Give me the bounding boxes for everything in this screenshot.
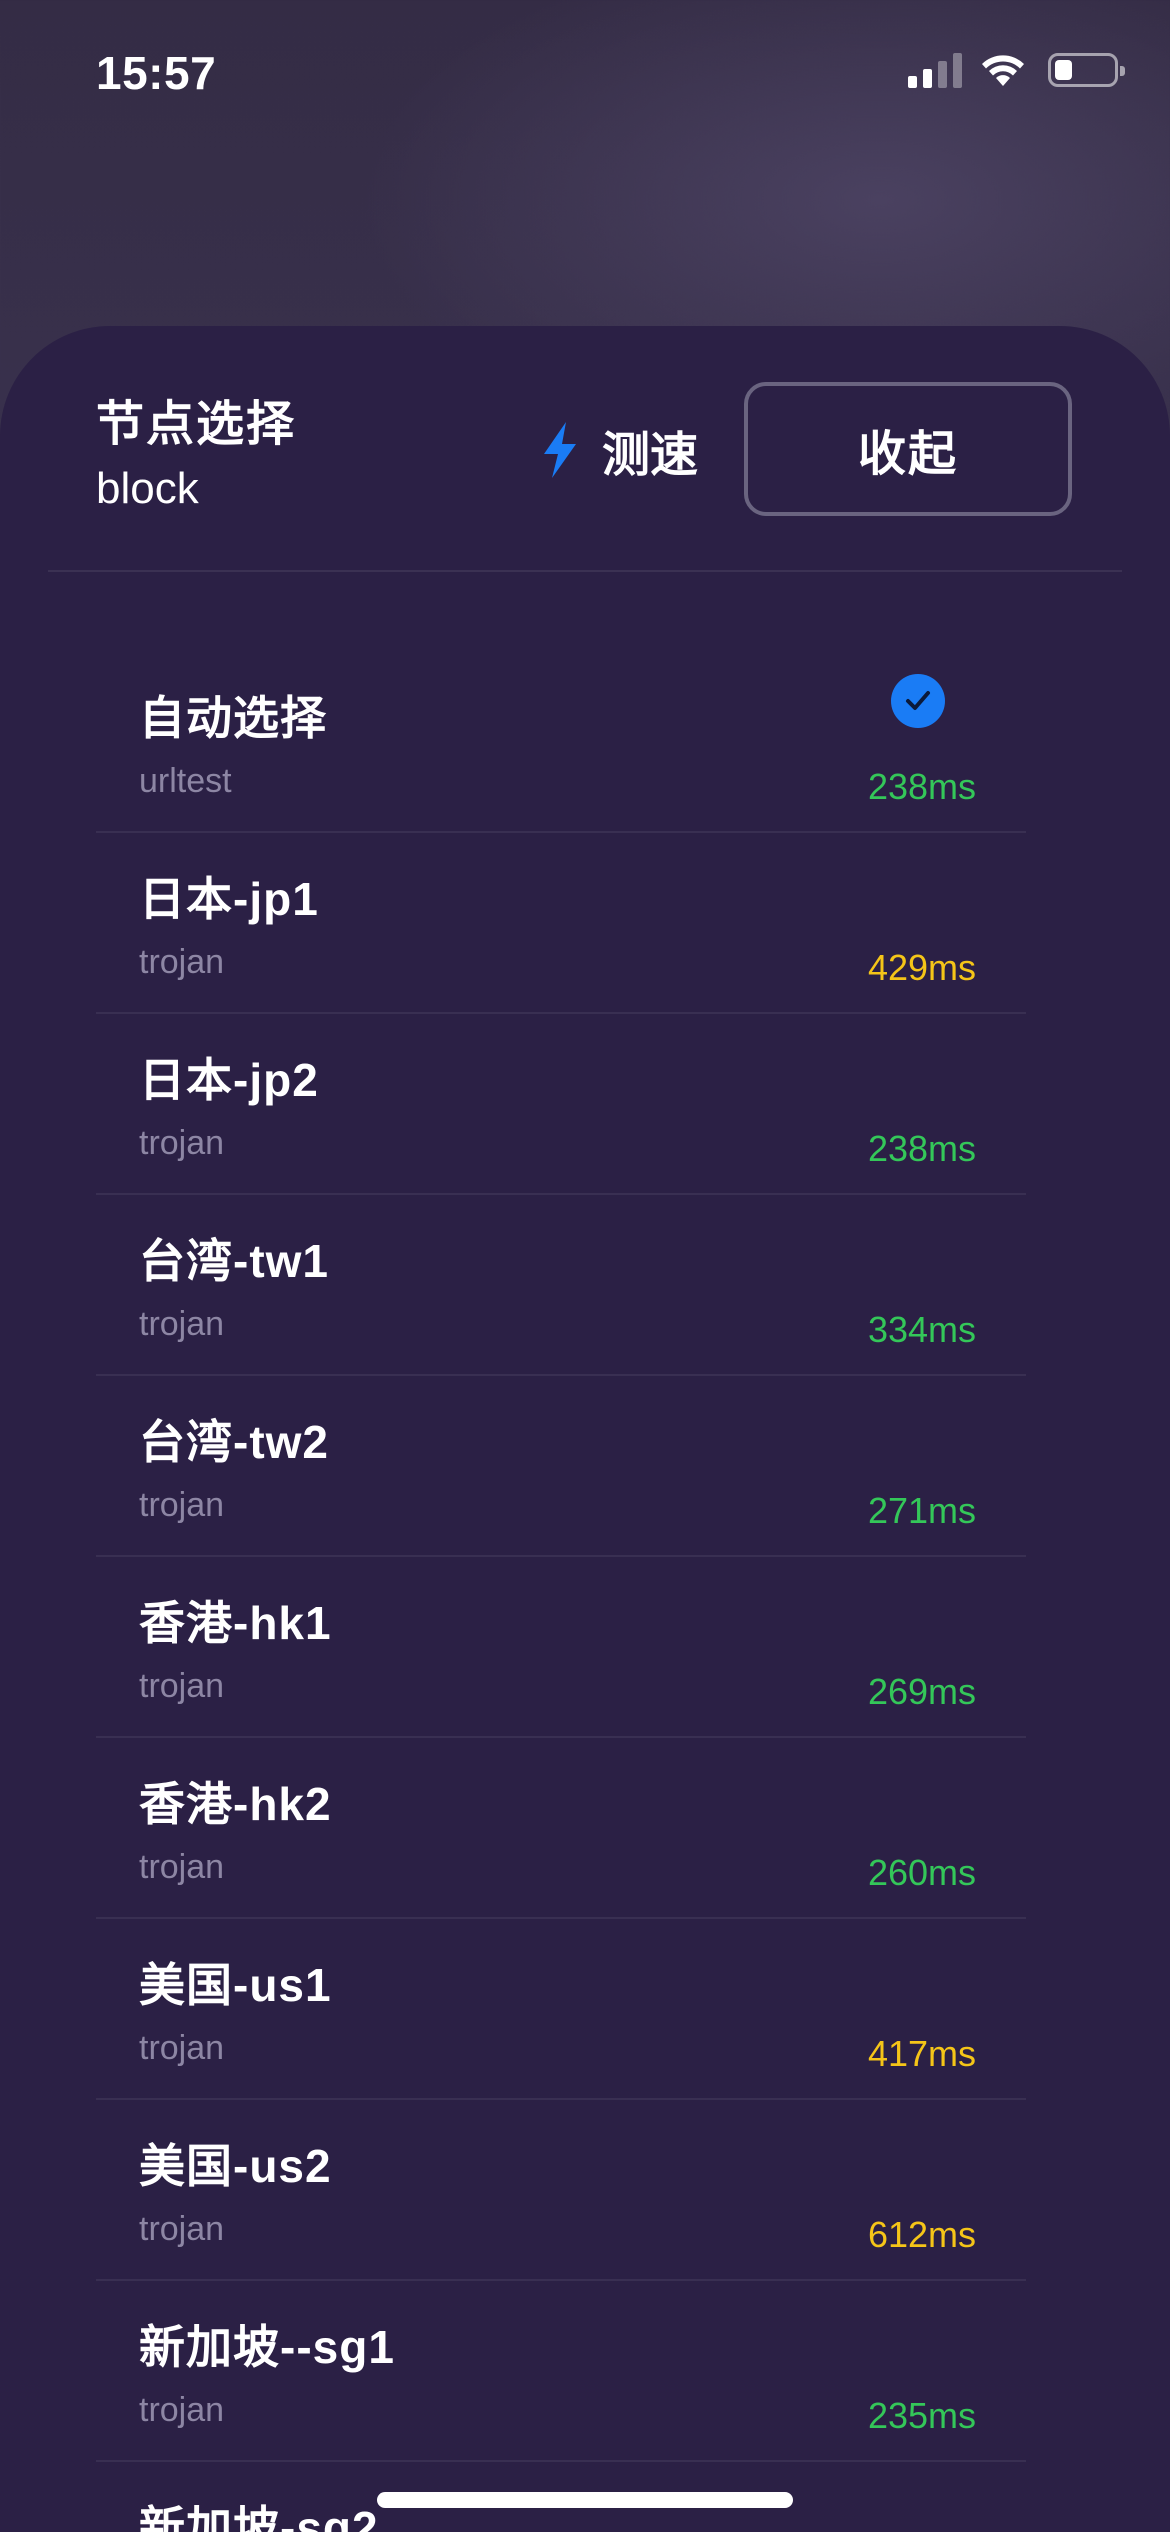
node-name: 新加坡-sg2 — [139, 2502, 379, 2532]
latency-label: 334ms — [867, 1309, 976, 1350]
status-icons — [908, 52, 1125, 88]
node-name: 香港-hk2 — [139, 1778, 332, 1830]
list-item[interactable]: 香港-hk2 trojan 260ms — [96, 1738, 1026, 1919]
list-item[interactable]: 香港-hk1 trojan 269ms — [96, 1557, 1026, 1738]
speed-test-button[interactable]: 测速 — [540, 410, 698, 490]
node-protocol: trojan — [139, 2391, 225, 2429]
latency-label: 235ms — [867, 2395, 976, 2436]
status-time: 15:57 — [96, 47, 217, 99]
node-name: 新加坡--sg1 — [139, 2321, 395, 2373]
node-name: 日本-jp2 — [139, 1054, 319, 1106]
cellular-signal-icon — [908, 52, 962, 88]
latency-label: 238ms — [867, 1128, 976, 1169]
node-protocol: trojan — [139, 2210, 225, 2248]
list-item[interactable]: 日本-jp1 trojan 429ms — [96, 833, 1026, 1014]
list-item[interactable]: 台湾-tw2 trojan 271ms — [96, 1376, 1026, 1557]
checkmark-icon — [891, 674, 945, 728]
battery-icon — [1048, 53, 1125, 87]
collapse-button[interactable]: 收起 — [744, 382, 1072, 516]
lightning-icon — [544, 422, 576, 478]
node-name: 美国-us2 — [139, 2140, 332, 2192]
node-protocol: trojan — [139, 1124, 225, 1162]
node-protocol: trojan — [139, 1305, 225, 1343]
node-name: 美国-us1 — [139, 1959, 332, 2011]
header-divider — [48, 570, 1122, 572]
node-selection-sheet: 节点选择 block 测速 收起 自动选择 urltest 238ms 日本-jp1 t… — [0, 326, 1170, 2532]
speed-test-label: 测速 — [602, 429, 699, 482]
status-bar: 15:57 — [0, 0, 1170, 150]
sheet-title: 节点选择 — [96, 398, 297, 451]
node-protocol: trojan — [139, 1848, 225, 1886]
node-name: 香港-hk1 — [139, 1597, 332, 1649]
latency-label: 269ms — [867, 1671, 976, 1712]
node-name: 日本-jp1 — [139, 873, 319, 925]
list-item[interactable]: 自动选择 urltest 238ms — [96, 652, 1026, 833]
node-protocol: trojan — [139, 943, 225, 981]
list-item[interactable]: 台湾-tw1 trojan 334ms — [96, 1195, 1026, 1376]
node-name: 台湾-tw1 — [139, 1235, 329, 1287]
home-indicator[interactable] — [377, 2492, 793, 2508]
latency-label: 429ms — [867, 947, 976, 988]
latency-label: 417ms — [867, 2033, 976, 2074]
battery-level — [1055, 60, 1072, 80]
latency-label: 260ms — [867, 1852, 976, 1893]
list-item[interactable]: 美国-us1 trojan 417ms — [96, 1919, 1026, 2100]
latency-label: 271ms — [867, 1490, 976, 1531]
node-name: 台湾-tw2 — [139, 1416, 329, 1468]
node-protocol: trojan — [139, 1667, 225, 1705]
list-item[interactable]: 日本-jp2 trojan 238ms — [96, 1014, 1026, 1195]
latency-label: 612ms — [867, 2214, 976, 2255]
node-protocol: trojan — [139, 1486, 225, 1524]
node-name: 自动选择 — [139, 692, 327, 744]
node-list: 自动选择 urltest 238ms 日本-jp1 trojan 429ms 日本-jp2 t… — [96, 652, 1026, 2532]
list-item[interactable]: 美国-us2 trojan 612ms — [96, 2100, 1026, 2281]
sheet-subtitle: block — [96, 464, 199, 513]
latency-label: 238ms — [867, 766, 976, 807]
node-protocol: trojan — [139, 2029, 225, 2067]
wifi-icon — [982, 55, 1024, 86]
list-item[interactable]: 新加坡--sg1 trojan 235ms — [96, 2281, 1026, 2462]
node-protocol: urltest — [139, 762, 232, 800]
